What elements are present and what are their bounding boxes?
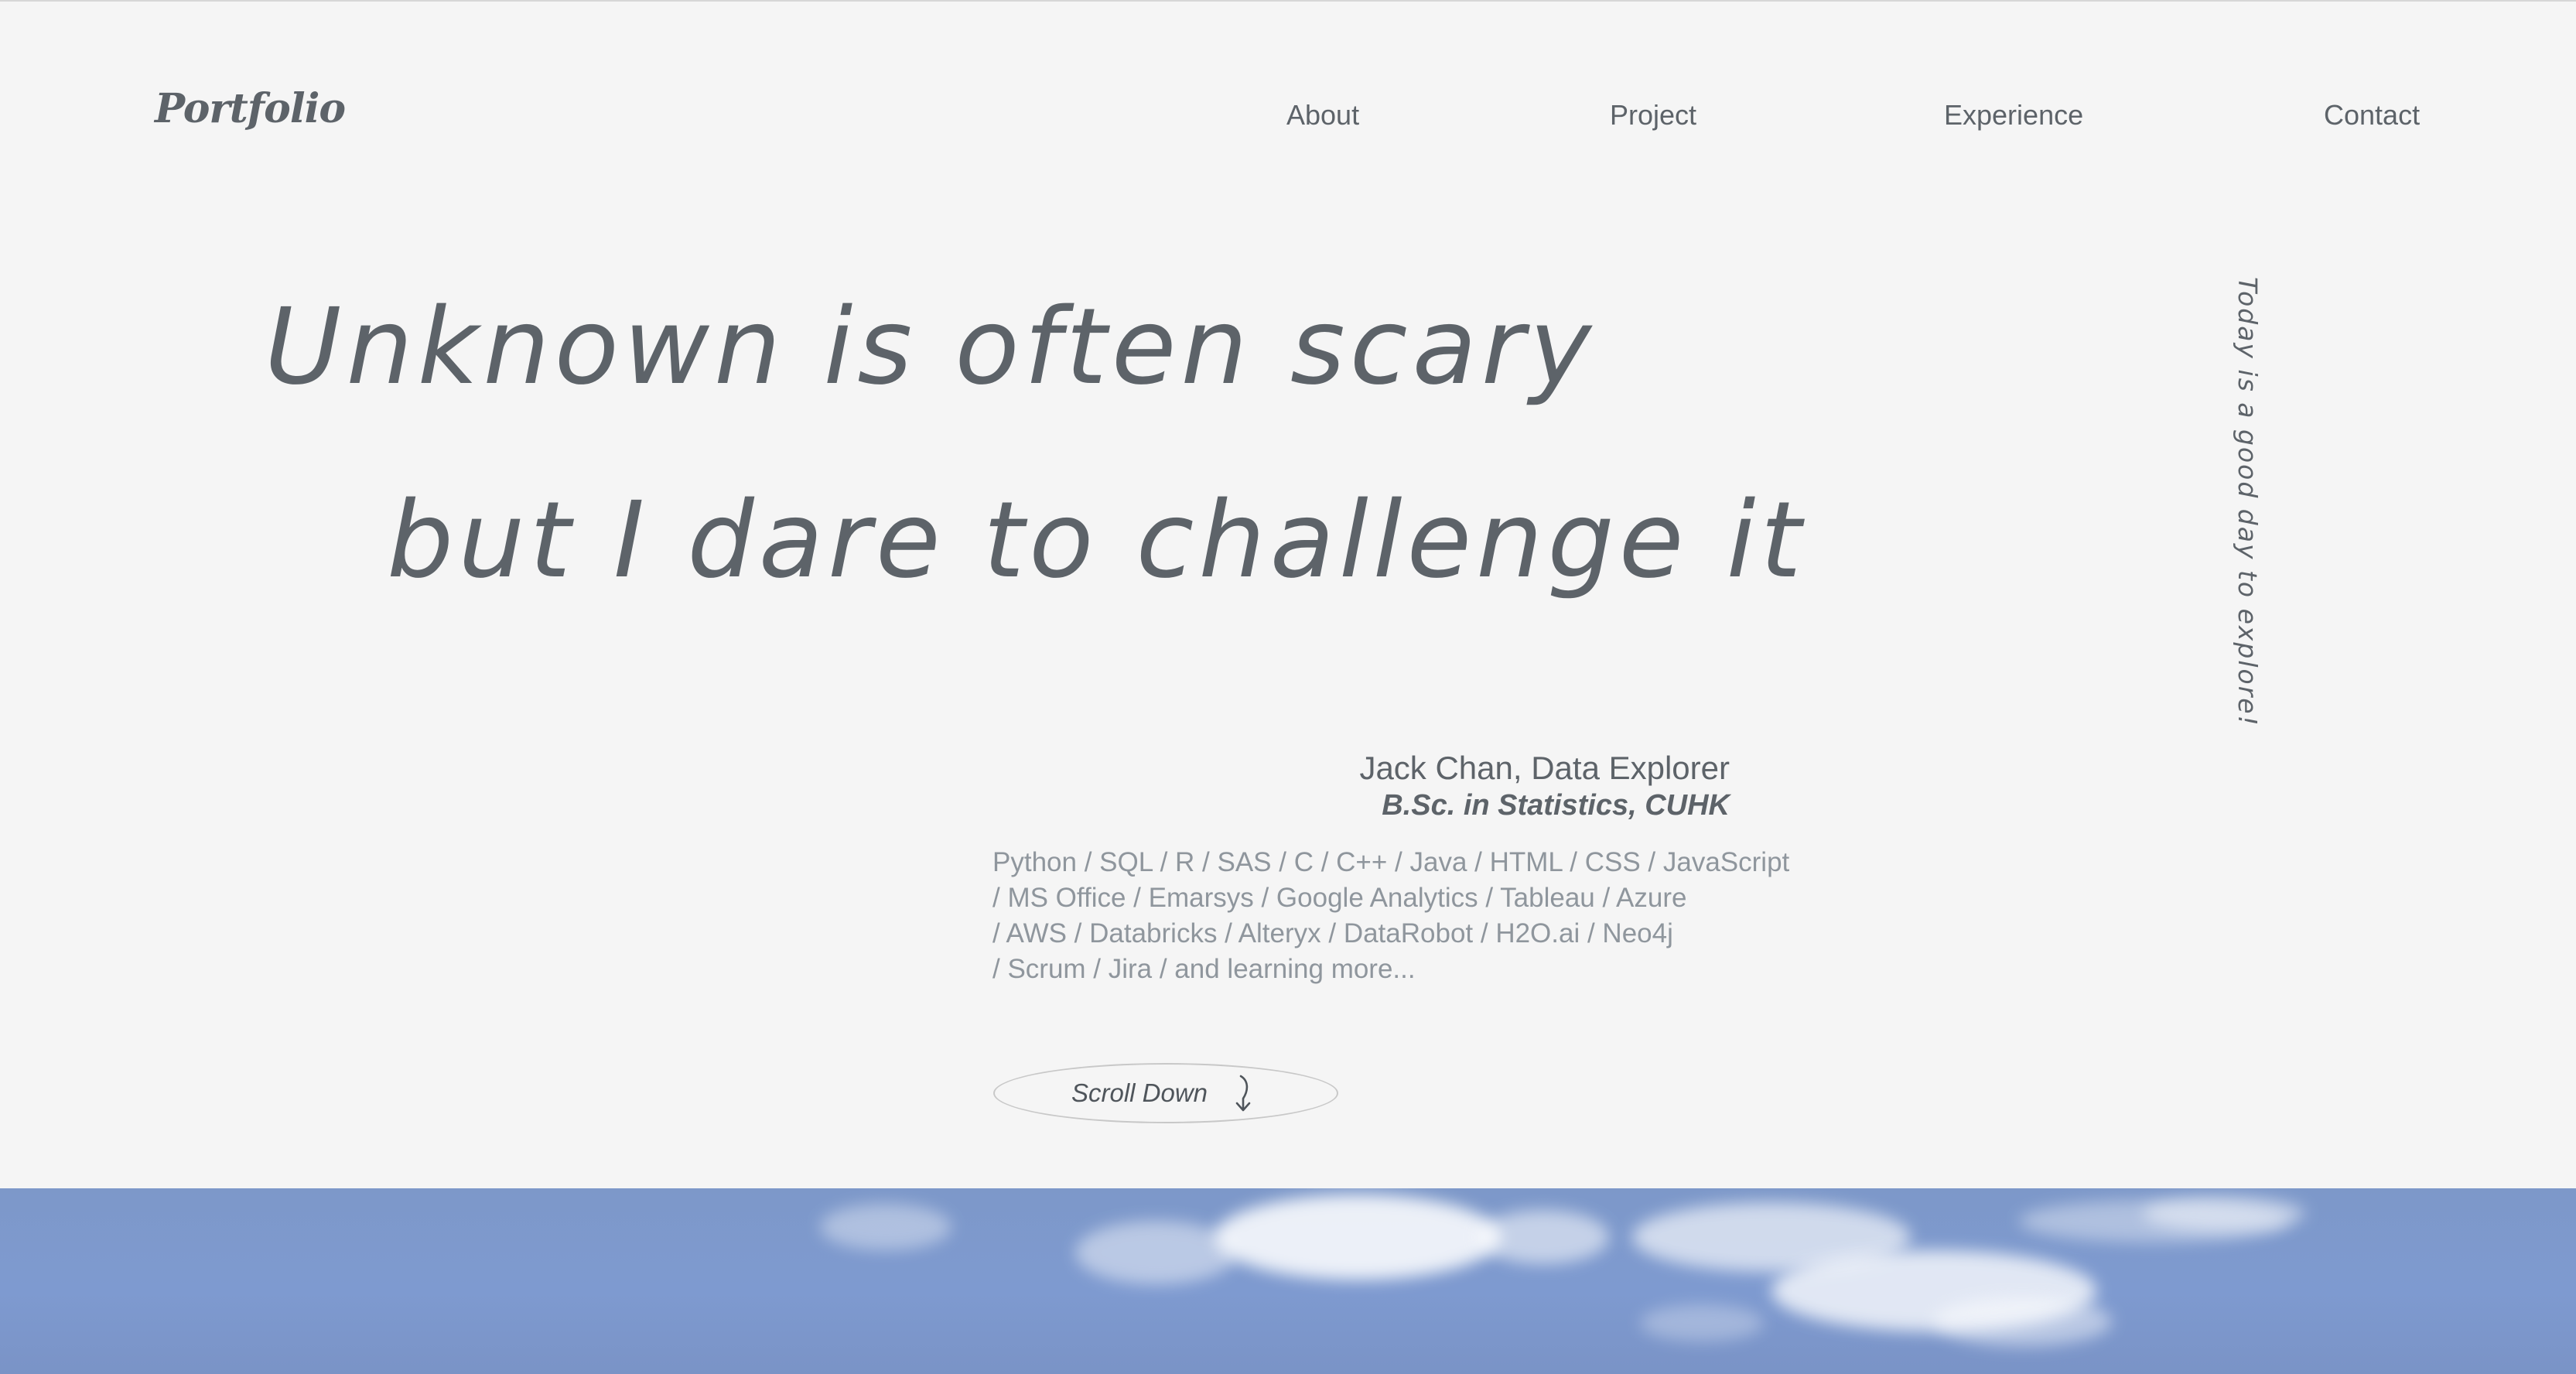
vertical-tagline: Today is a good day to explore!: [2233, 277, 2263, 727]
down-arrow-icon: [1235, 1075, 1251, 1112]
portfolio-page: Portfolio About Project Experience Conta…: [0, 0, 2576, 1374]
cloud-shape: [1478, 1210, 1609, 1264]
profile-summary: Jack Chan, Data Explorer B.Sc. in Statis…: [1359, 749, 1730, 823]
cloud-shape: [1640, 1304, 1764, 1342]
scroll-down-button[interactable]: Scroll Down: [993, 1063, 1338, 1123]
nav-link-contact[interactable]: Contact: [2324, 99, 2420, 132]
nav-link-about[interactable]: About: [1286, 99, 1359, 132]
main-navigation: About Project Experience Contact: [0, 99, 2576, 138]
skills-line-two: / MS Office / Emarsys / Google Analytics…: [992, 883, 1687, 913]
hero-quote-line-two: but I dare to challenge it: [387, 480, 1806, 602]
cloud-shape: [1215, 1195, 1501, 1280]
profile-degree: B.Sc. in Statistics, CUHK: [1382, 789, 1730, 822]
nav-link-project[interactable]: Project: [1610, 99, 1696, 132]
nav-link-experience[interactable]: Experience: [1944, 99, 2083, 132]
skills-line-four: / Scrum / Jira / and learning more...: [992, 954, 1416, 984]
cloud-shape: [820, 1204, 951, 1250]
skills-line-one: Python / SQL / R / SAS / C / C++ / Java …: [992, 847, 1790, 877]
skills-list: Python / SQL / R / SAS / C / C++ / Java …: [992, 845, 1790, 987]
cloud-shape: [1934, 1297, 2112, 1346]
sky-banner-image: [0, 1188, 2576, 1374]
cloud-shape: [1075, 1221, 1238, 1284]
skills-line-three: / AWS / Databricks / Alteryx / DataRobot…: [992, 918, 1673, 948]
cloud-shape: [2143, 1196, 2305, 1231]
scroll-down-label: Scroll Down: [1071, 1078, 1208, 1107]
profile-name: Jack Chan, Data Explorer: [1359, 750, 1730, 786]
hero-quote-line-one: Unknown is often scary: [265, 286, 1597, 408]
